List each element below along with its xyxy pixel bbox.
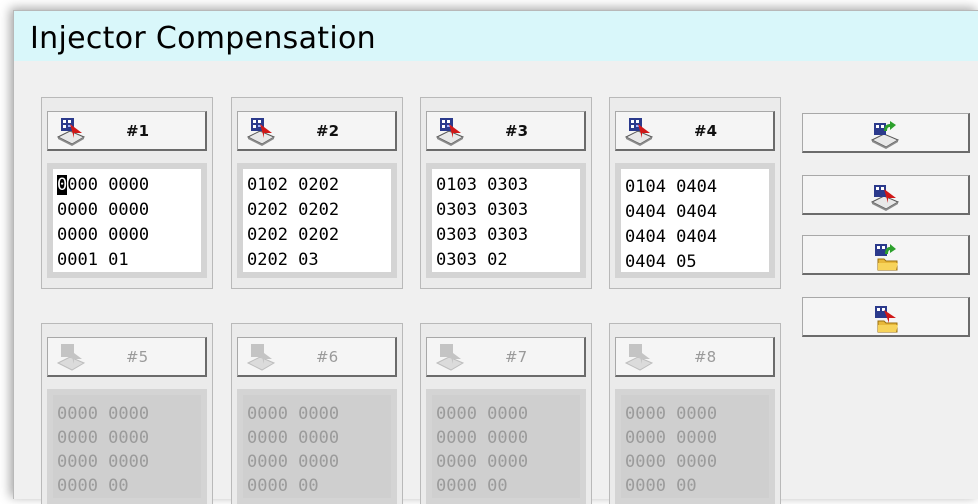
title-bar: Injector Compensation: [14, 11, 978, 61]
code-line-1: 0000 0000: [57, 404, 150, 424]
injector-label: #6: [316, 348, 339, 366]
injector-panel-5: #5 0000 0000 0000 0000 0000 0000 0000 00: [41, 323, 213, 504]
injector-code-field[interactable]: 0104 0404 0404 0404 0404 0404 0404 05: [615, 163, 775, 278]
injector-code-text[interactable]: 0104 0404 0404 0404 0404 0404 0404 05: [621, 169, 769, 272]
write-ecu-icon: [56, 116, 86, 146]
injector-label: #4: [694, 122, 718, 140]
read-all-from-ecu-button[interactable]: [802, 113, 970, 153]
code-line-4: 0000 00: [247, 476, 319, 496]
code-line-2: 0000 0000: [436, 428, 529, 448]
injector-label: #3: [505, 122, 529, 140]
injector-label: #8: [694, 348, 717, 366]
code-line-2: 0000 0000: [57, 200, 150, 220]
code-line-3: 0303 0303: [436, 225, 529, 245]
code-line-3: 0000 0000: [625, 452, 718, 472]
write-ecu-icon: [435, 116, 465, 146]
load-file-icon: [875, 244, 900, 271]
injector-panel-6: #6 0000 0000 0000 0000 0000 0000 0000 00: [231, 323, 403, 504]
code-line-3: 0000 0000: [436, 452, 529, 472]
save-to-file-button[interactable]: [802, 297, 970, 337]
code-line-2: 0404 0404: [625, 202, 718, 222]
injector-label: #5: [126, 348, 149, 366]
injector-2-write-button[interactable]: #2: [237, 111, 397, 151]
code-line-4: 0000 00: [57, 476, 129, 496]
code-line-4: 0000 00: [625, 476, 697, 496]
code-line-1: 0104 0404: [625, 177, 718, 197]
code-line-4: 0001 01: [57, 250, 129, 270]
save-file-icon: [875, 306, 900, 333]
injector-label: #7: [505, 348, 528, 366]
injector-code-field: 0000 0000 0000 0000 0000 0000 0000 00: [426, 389, 586, 504]
code-line-3: 0000 0000: [247, 452, 340, 472]
code-line-2: 0000 0000: [57, 428, 150, 448]
code-line-3: 0000 0000: [57, 225, 150, 245]
write-all-ecu-icon: [870, 185, 900, 211]
injector-1-write-button[interactable]: #1: [47, 111, 207, 151]
injector-5-write-button[interactable]: #5: [47, 337, 207, 377]
injector-compensation-window: Injector Compensation #1 0000 0000 0000 …: [13, 10, 978, 504]
read-all-ecu-icon: [870, 121, 900, 149]
injector-8-write-button[interactable]: #8: [615, 337, 775, 377]
code-line-2: 0303 0303: [436, 200, 529, 220]
injector-code-text[interactable]: 0000 0000 0000 0000 0000 0000 0001 01: [53, 169, 201, 272]
injector-panel-4: #4 0104 0404 0404 0404 0404 0404 0404 05: [609, 97, 781, 289]
injector-code-field[interactable]: 0102 0202 0202 0202 0202 0202 0202 03: [237, 163, 397, 278]
code-line-4: 0303 02: [436, 250, 508, 270]
write-ecu-disabled-icon: [56, 344, 86, 371]
injector-code-field: 0000 0000 0000 0000 0000 0000 0000 00: [615, 389, 775, 504]
injector-panel-8: #8 0000 0000 0000 0000 0000 0000 0000 00: [609, 323, 781, 504]
write-ecu-disabled-icon: [624, 344, 654, 371]
code-line-1: 0103 0303: [436, 175, 529, 195]
code-line-4: 0404 05: [625, 252, 697, 272]
injector-code-text: 0000 0000 0000 0000 0000 0000 0000 00: [53, 395, 201, 498]
injector-code-text: 0000 0000 0000 0000 0000 0000 0000 00: [621, 395, 769, 498]
injector-code-field[interactable]: 0000 0000 0000 0000 0000 0000 0001 01: [47, 163, 207, 278]
load-from-file-button[interactable]: [802, 235, 970, 275]
injector-panel-1: #1 0000 0000 0000 0000 0000 0000 0001 01: [41, 97, 213, 289]
code-line-4: 0202 03: [247, 250, 319, 270]
window-title: Injector Compensation: [30, 21, 376, 56]
code-line-2: 0000 0000: [625, 428, 718, 448]
injector-label: #2: [316, 122, 340, 140]
injector-6-write-button[interactable]: #6: [237, 337, 397, 377]
code-line-2: 0202 0202: [247, 200, 340, 220]
write-ecu-icon: [624, 116, 654, 146]
injector-panel-7: #7 0000 0000 0000 0000 0000 0000 0000 00: [420, 323, 592, 504]
injector-code-field: 0000 0000 0000 0000 0000 0000 0000 00: [47, 389, 207, 504]
code-line-3: 0000 0000: [57, 452, 150, 472]
write-ecu-disabled-icon: [246, 344, 276, 371]
code-line-2: 0000 0000: [247, 428, 340, 448]
code-line-3: 0404 0404: [625, 227, 718, 247]
injector-4-write-button[interactable]: #4: [615, 111, 775, 151]
write-ecu-disabled-icon: [435, 344, 465, 371]
code-line-4: 0000 00: [436, 476, 508, 496]
write-ecu-icon: [246, 116, 276, 146]
injector-panel-3: #3 0103 0303 0303 0303 0303 0303 0303 02: [420, 97, 592, 289]
injector-code-text[interactable]: 0103 0303 0303 0303 0303 0303 0303 02: [432, 169, 580, 272]
code-line-1: 0000 0000: [625, 404, 718, 424]
write-all-to-ecu-button[interactable]: [802, 175, 970, 215]
injector-code-field: 0000 0000 0000 0000 0000 0000 0000 00: [237, 389, 397, 504]
text-cursor: 0: [57, 175, 68, 195]
injector-code-text: 0000 0000 0000 0000 0000 0000 0000 00: [432, 395, 580, 498]
injector-code-field[interactable]: 0103 0303 0303 0303 0303 0303 0303 02: [426, 163, 586, 278]
injector-3-write-button[interactable]: #3: [426, 111, 586, 151]
code-line-3: 0202 0202: [247, 225, 340, 245]
injector-panel-2: #2 0102 0202 0202 0202 0202 0202 0202 03: [231, 97, 403, 289]
injector-label: #1: [126, 122, 150, 140]
injector-7-write-button[interactable]: #7: [426, 337, 586, 377]
code-line-1: 0102 0202: [247, 175, 340, 195]
injector-code-text: 0000 0000 0000 0000 0000 0000 0000 00: [243, 395, 391, 498]
code-line-1-rest: 000 0000: [67, 175, 150, 195]
code-line-1: 0000 0000: [247, 404, 340, 424]
injector-code-text[interactable]: 0102 0202 0202 0202 0202 0202 0202 03: [243, 169, 391, 272]
code-line-1: 0000 0000: [436, 404, 529, 424]
